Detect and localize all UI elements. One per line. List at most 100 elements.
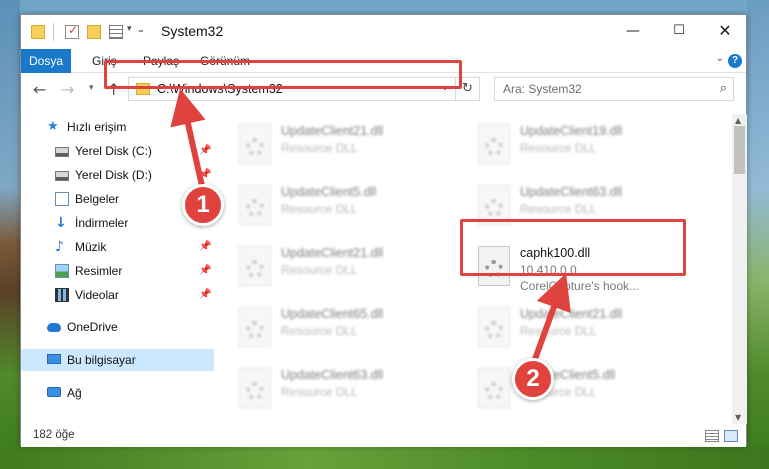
sidebar-item-pictures[interactable]: Resimler 📌 xyxy=(21,260,214,282)
file-name: UpdateClient63.dll xyxy=(281,368,384,382)
file-item[interactable]: UpdateClient5.dll Resource DLL xyxy=(235,181,465,233)
desktop-background-left xyxy=(0,0,20,469)
details-view-icon[interactable] xyxy=(705,430,719,442)
dll-file-icon xyxy=(239,246,271,286)
pin-icon: 📌 xyxy=(199,169,212,180)
sidebar-item-music[interactable]: ♪ Müzik 📌 xyxy=(21,236,214,258)
minimize-button[interactable]: — xyxy=(610,15,656,47)
sidebar-item-local-disk-d[interactable]: Yerel Disk (D:) 📌 xyxy=(21,164,214,186)
drive-icon xyxy=(55,147,69,157)
address-bar-highlight xyxy=(104,60,462,89)
file-name: UpdateClient21.dll xyxy=(520,307,623,321)
dll-file-icon xyxy=(239,307,271,347)
drive-icon xyxy=(55,171,69,181)
search-box[interactable]: Ara: System32 ⌕ xyxy=(494,77,734,101)
dll-file-icon xyxy=(478,368,510,408)
network-icon xyxy=(47,387,61,397)
maximize-button[interactable]: ☐ xyxy=(656,15,702,47)
search-input[interactable]: Ara: System32 xyxy=(503,82,582,96)
dll-file-icon xyxy=(478,307,510,347)
window-title: System32 xyxy=(161,23,224,39)
file-name: UpdateClient5.dll xyxy=(281,185,377,199)
quick-access-toolbar-menu-icon[interactable]: ₌ xyxy=(138,23,144,36)
sidebar-item-network[interactable]: Ağ xyxy=(21,382,214,404)
sidebar-item-label: Belgeler xyxy=(75,192,120,206)
large-icons-view-icon[interactable] xyxy=(724,430,738,442)
gear-icon xyxy=(485,321,503,339)
toolbar-separator xyxy=(53,23,54,41)
file-type: Resource DLL xyxy=(520,324,597,338)
file-highlight xyxy=(460,219,686,276)
sidebar-item-label: Hızlı erişim xyxy=(67,120,127,134)
folder-icon xyxy=(31,25,45,39)
computer-icon xyxy=(47,354,61,364)
sidebar-item-label: Müzik xyxy=(75,240,107,254)
step-badge-2: 2 xyxy=(512,358,554,400)
sidebar-item-label: Ağ xyxy=(67,386,82,400)
file-item[interactable]: UpdateClient63.dll Resource DLL xyxy=(235,364,465,410)
sidebar-item-this-pc[interactable]: Bu bilgisayar xyxy=(21,349,214,371)
title-bar: ▾ ₌ System32 — ☐ ✕ xyxy=(21,15,746,49)
scrollbar-thumb[interactable] xyxy=(734,126,745,174)
file-name: UpdateClient21.dll xyxy=(281,246,384,260)
gear-icon xyxy=(485,199,503,217)
recent-locations-icon[interactable]: ▾ xyxy=(89,83,94,93)
close-button[interactable]: ✕ xyxy=(702,15,748,47)
file-name: UpdateClient19.dll xyxy=(520,124,623,138)
sidebar-item-videos[interactable]: Videolar 📌 xyxy=(21,284,214,306)
file-item[interactable]: UpdateClient65.dll Resource DLL xyxy=(235,303,465,355)
gear-icon xyxy=(246,138,264,156)
file-item[interactable]: UpdateClient21.dll Resource DLL xyxy=(235,120,465,172)
file-item[interactable]: UpdateClient5.dll Resource DLL xyxy=(474,364,704,410)
file-type: Resource DLL xyxy=(281,141,358,155)
search-icon[interactable]: ⌕ xyxy=(720,81,727,96)
gear-icon xyxy=(246,382,264,400)
dll-file-icon xyxy=(239,124,271,164)
file-type: Resource DLL xyxy=(520,141,597,155)
star-icon: ★ xyxy=(47,119,59,134)
tab-dosya[interactable]: Dosya xyxy=(21,49,71,73)
scroll-down-icon[interactable]: ▼ xyxy=(735,413,741,422)
gear-icon xyxy=(485,138,503,156)
chevron-down-icon[interactable]: ▾ xyxy=(127,24,132,34)
cloud-icon xyxy=(47,323,61,332)
pin-icon: 📌 xyxy=(199,289,212,300)
sidebar-item-label: Bu bilgisayar xyxy=(67,353,136,367)
help-icon[interactable]: ? xyxy=(728,54,742,68)
sidebar-item-label: Videolar xyxy=(75,288,119,302)
navigation-pane: ★ Hızlı erişim Yerel Disk (C:) 📌 Yerel D… xyxy=(21,114,214,410)
customize-icon[interactable] xyxy=(109,25,123,39)
sidebar-item-label: Resimler xyxy=(75,264,123,278)
dll-file-icon xyxy=(478,124,510,164)
vertical-scrollbar[interactable]: ▲ ▼ xyxy=(732,114,747,424)
file-type: Resource DLL xyxy=(520,202,597,216)
forward-arrow-icon[interactable]: → xyxy=(61,80,74,99)
file-type: Resource DLL xyxy=(281,202,358,216)
documents-icon xyxy=(55,192,69,206)
file-name: UpdateClient21.dll xyxy=(281,124,384,138)
sidebar-item-label: Yerel Disk (C:) xyxy=(75,144,152,158)
file-name: UpdateClient63.dll xyxy=(520,185,623,199)
sidebar-item-label: Yerel Disk (D:) xyxy=(75,168,152,182)
pictures-icon xyxy=(55,264,69,278)
expand-ribbon-icon[interactable]: ⌄ xyxy=(716,53,724,64)
file-type: Resource DLL xyxy=(281,324,358,338)
file-item[interactable]: UpdateClient21.dll Resource DLL xyxy=(235,242,465,294)
file-item[interactable]: UpdateClient19.dll Resource DLL xyxy=(474,120,704,172)
scroll-up-icon[interactable]: ▲ xyxy=(735,116,741,125)
desktop-background-bottom xyxy=(0,447,769,469)
videos-icon xyxy=(55,288,69,302)
back-arrow-icon[interactable]: ← xyxy=(33,80,46,99)
gear-icon xyxy=(246,199,264,217)
file-item[interactable]: UpdateClient21.dll Resource DLL xyxy=(474,303,704,355)
sidebar-item-onedrive[interactable]: OneDrive xyxy=(21,316,214,338)
desktop-background-right xyxy=(747,0,769,469)
dll-file-icon xyxy=(239,185,271,225)
sidebar-item-label: OneDrive xyxy=(67,320,118,334)
properties-check-icon[interactable] xyxy=(65,23,79,39)
new-folder-icon[interactable] xyxy=(87,25,101,39)
gear-icon xyxy=(246,260,264,278)
sidebar-item-local-disk-c[interactable]: Yerel Disk (C:) 📌 xyxy=(21,140,214,162)
gear-icon xyxy=(485,382,503,400)
sidebar-item-quick-access[interactable]: ★ Hızlı erişim xyxy=(21,116,214,138)
